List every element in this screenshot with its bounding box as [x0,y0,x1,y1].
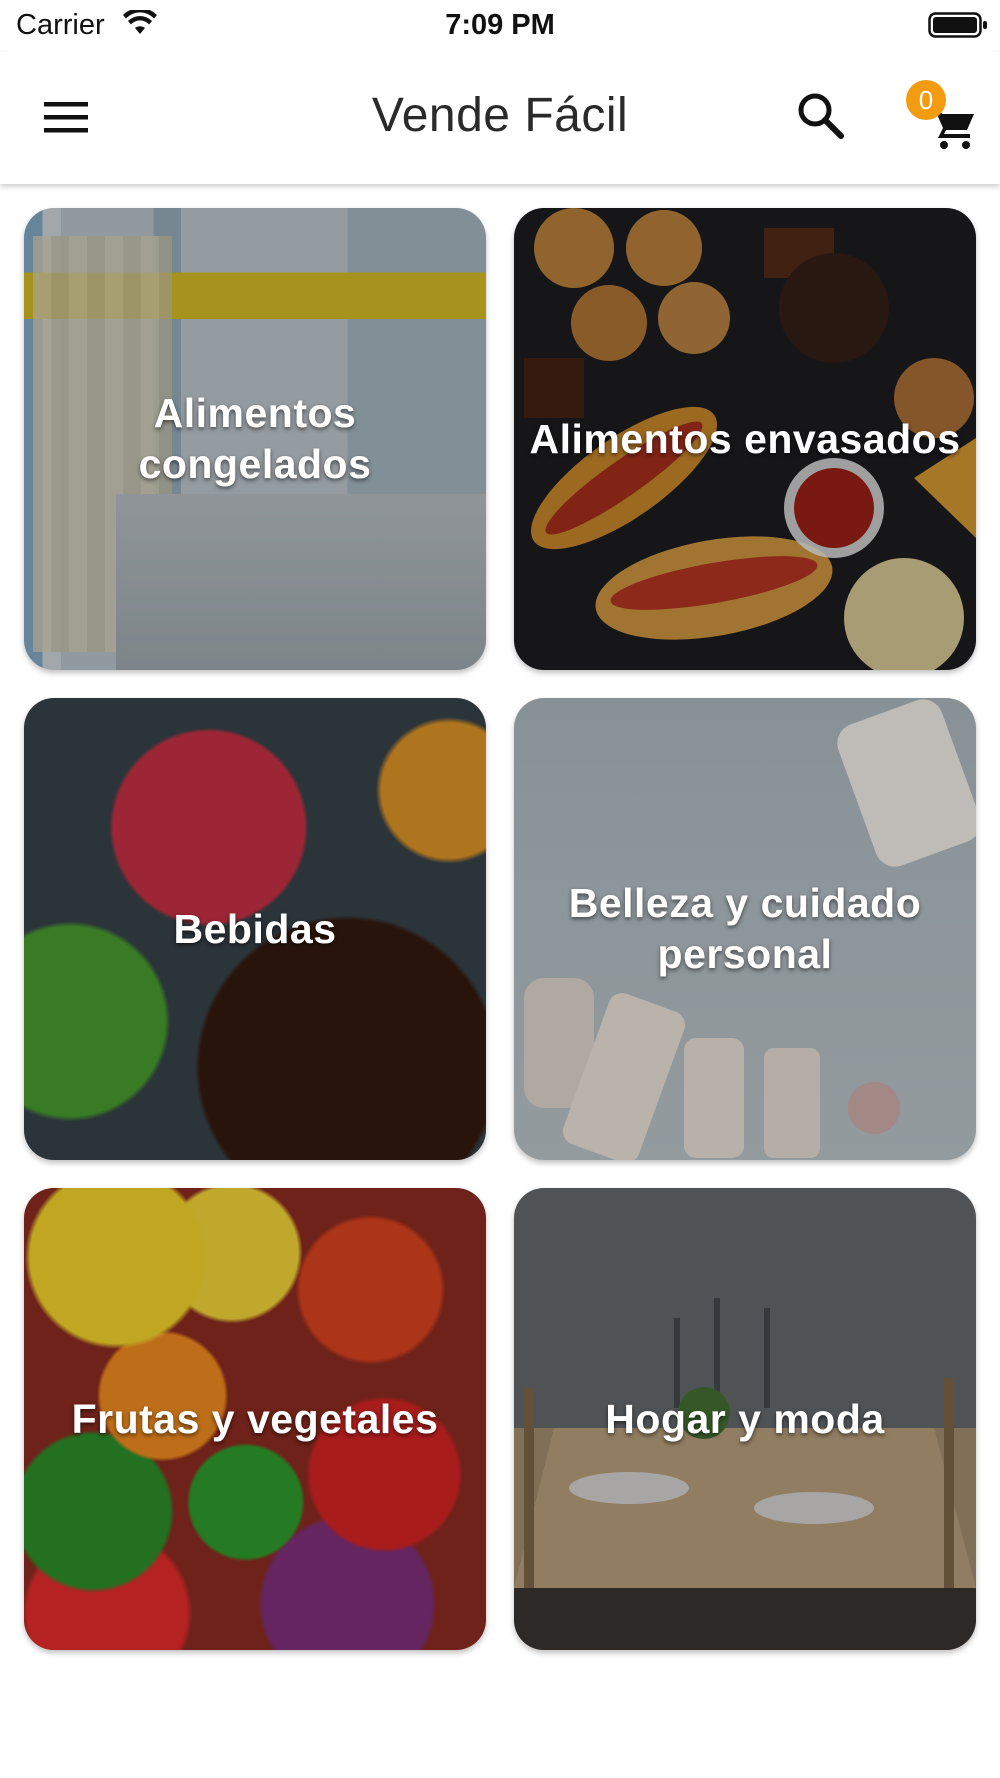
category-label: Bebidas [173,905,337,952]
category-card-drinks[interactable]: Bebidas [24,698,486,1160]
category-label: Alimentos envasados [529,415,961,462]
category-label: Hogar y moda [605,1395,885,1442]
category-card-frozen-food[interactable]: Alimentos congelados [24,208,486,670]
status-bar: Carrier 7:09 PM [0,0,1000,52]
app-bar: Vende Fácil 0 [0,52,1000,184]
cart-count-badge: 0 [906,80,946,120]
category-label: Belleza y cuidado personal [568,880,922,977]
clock-time: 7:09 PM [445,9,555,41]
category-card-fruits-vegetables[interactable]: Frutas y vegetales [24,1188,486,1650]
category-card-beauty[interactable]: Belleza y cuidado personal [514,698,976,1160]
search-icon[interactable] [795,90,847,142]
category-label: Frutas y vegetales [71,1395,439,1442]
cart-button[interactable]: 0 [900,80,980,160]
category-card-home-fashion[interactable]: Hogar y moda [514,1188,976,1650]
category-card-packaged-food[interactable]: Alimentos envasados [514,208,976,670]
category-label: Alimentos congelados [138,390,372,487]
battery-full-icon [928,12,987,38]
app-title: Vende Fácil [371,89,629,142]
